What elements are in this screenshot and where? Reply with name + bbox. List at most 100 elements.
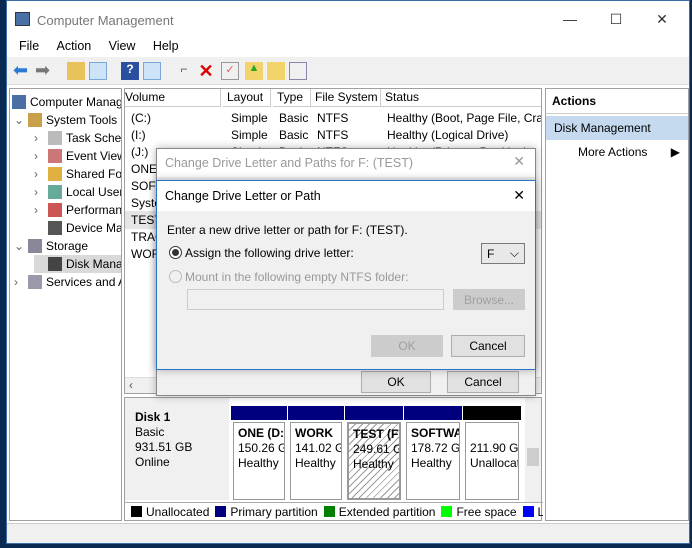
expander-icon[interactable]: › (34, 183, 48, 201)
properties-icon[interactable]: ✓ (221, 62, 239, 80)
window-title: Computer Management (37, 13, 174, 28)
expander-icon[interactable]: › (34, 165, 48, 183)
partition-size: 141.02 GB NTFS (295, 441, 341, 455)
actions-pane: Actions Disk Management More Actions ▶ (545, 88, 689, 521)
tree-item-label: Shared Folders (66, 167, 122, 181)
table-cell: NTFS (317, 128, 349, 142)
minimize-button[interactable]: — (547, 5, 593, 33)
tree-node-icon (48, 203, 62, 217)
browse-button[interactable]: Browse... (453, 289, 525, 310)
connect-icon[interactable]: ⌐ (175, 62, 193, 80)
tree-node-icon (48, 221, 62, 235)
mount-folder-radio[interactable] (169, 270, 182, 283)
tree-item-label: Task Scheduler (66, 131, 122, 145)
tree-item[interactable]: › Performance (34, 201, 121, 219)
table-cell: Healthy (Boot, Page File, Crash Dump, Pr… (387, 111, 541, 125)
assign-letter-radio[interactable] (169, 246, 182, 259)
up-folder-icon[interactable] (67, 62, 85, 80)
dialog-close-button[interactable]: ✕ (513, 187, 525, 204)
disk-graphical-view: Disk 1 Basic 931.51 GB Online ONE (D:) 15… (124, 397, 543, 521)
tree-node-icon (48, 131, 62, 145)
menu-view[interactable]: View (109, 39, 136, 53)
menu-help[interactable]: Help (153, 39, 179, 53)
help-icon[interactable]: ? (121, 62, 139, 80)
forward-icon[interactable]: ➡ (35, 61, 53, 80)
actions-section-disk-management[interactable]: Disk Management (546, 116, 688, 140)
tree-item[interactable]: › Local Users and Groups (34, 183, 121, 201)
column-status[interactable]: Status (381, 89, 541, 107)
partition-block[interactable]: SOFTWARE178.72 GB NTFSHealthy (404, 406, 462, 502)
partition-status: Unallocated (470, 456, 518, 470)
tree-item[interactable]: Computer Management (Local) (12, 93, 121, 111)
tree-item-label: Event Viewer (66, 149, 121, 163)
drive-letter-value: F (487, 247, 495, 261)
partition-size: 249.61 GB NTFS (353, 442, 399, 456)
table-row[interactable]: (I:) Simple Basic NTFS Healthy (Logical Driv… (125, 126, 541, 144)
disk-size: 931.51 GB (135, 440, 193, 454)
delete-icon[interactable]: ✕ (197, 62, 215, 80)
tree-item-label: Device Manager (66, 221, 121, 235)
legend-label: Primary partition (230, 505, 318, 519)
dialog-title: Change Drive Letter or Path (165, 189, 321, 203)
dialog-ok-button[interactable]: OK (371, 335, 443, 357)
back-dialog-ok-button[interactable]: OK (361, 371, 431, 393)
app-icon (15, 12, 30, 26)
column-volume[interactable]: Volume (125, 89, 221, 107)
tree-item[interactable]: › Shared Folders (34, 165, 122, 183)
column-file-system[interactable]: File System (311, 89, 381, 107)
expander-icon[interactable]: › (34, 147, 48, 165)
more-actions[interactable]: More Actions ▶ (546, 140, 688, 159)
tree-item[interactable]: Disk Management (34, 255, 121, 273)
back-icon[interactable]: ⬅ (13, 61, 31, 80)
partition-block[interactable]: 211.90 GBUnallocated (463, 406, 521, 502)
drive-letter-select[interactable]: F ⌵ (481, 243, 525, 264)
disk-info: Disk 1 Basic 931.51 GB Online (125, 398, 229, 500)
tree-item[interactable]: › Event Viewer (34, 147, 121, 165)
partition-name: ONE (D:) (238, 426, 285, 440)
tree-node-icon (48, 185, 62, 199)
change-drive-letter-or-path-dialog: Change Drive Letter or Path ✕ Enter a ne… (156, 180, 536, 370)
expander-icon[interactable]: › (34, 129, 48, 147)
table-row[interactable]: (C:) Simple Basic NTFS Healthy (Boot, Page F… (125, 109, 541, 127)
partition-name (470, 426, 514, 441)
export-icon[interactable]: ▲ (245, 62, 263, 80)
search-icon[interactable] (267, 62, 285, 80)
partition-status: Healthy (238, 456, 279, 470)
tree-node-icon (48, 149, 62, 163)
maximize-button[interactable]: ☐ (593, 5, 639, 33)
partition-block[interactable]: ONE (D:)150.26 GB NTFSHealthy (231, 406, 287, 502)
close-button[interactable]: ✕ (639, 5, 685, 33)
expander-icon[interactable]: › (14, 273, 28, 291)
show-action-pane-icon[interactable] (143, 62, 161, 80)
partition-block[interactable]: WORK141.02 GB NTFSHealthy (288, 406, 344, 502)
list-icon[interactable] (289, 62, 307, 80)
back-dialog-cancel-button[interactable]: Cancel (447, 371, 519, 393)
dialog-cancel-button[interactable]: Cancel (451, 335, 525, 357)
menu-file[interactable]: File (19, 39, 39, 53)
folder-path-input[interactable] (187, 289, 444, 310)
tree-item[interactable]: › Task Scheduler (34, 129, 122, 147)
show-hide-tree-icon[interactable] (89, 62, 107, 80)
expander-icon[interactable]: ⌄ (14, 237, 28, 255)
tree-item[interactable]: › Services and Applications (14, 273, 121, 291)
partition-status: Healthy (353, 457, 394, 471)
legend-swatch (441, 506, 453, 517)
partition-block[interactable]: TEST (F:)249.61 GB NTFSHealthy (345, 406, 403, 502)
column-layout[interactable]: Layout (223, 89, 271, 107)
column-type[interactable]: Type (273, 89, 311, 107)
tree-item[interactable]: Device Manager (34, 219, 121, 237)
tree-node-icon (28, 239, 42, 253)
vertical-scrollbar[interactable] (525, 398, 541, 502)
back-dialog-close-button[interactable]: ✕ (513, 153, 525, 170)
tree-item[interactable]: ⌄ System Tools (14, 111, 117, 129)
menu-action[interactable]: Action (57, 39, 92, 53)
legend-label: Extended partition (338, 505, 436, 519)
mount-folder-label: Mount in the following empty NTFS folder… (185, 270, 409, 284)
expander-icon[interactable]: ⌄ (14, 111, 28, 129)
toolbar: ⬅ ➡ ? ⌐ ✕ ✓ ▲ (7, 57, 689, 85)
status-bar (7, 523, 689, 543)
tree-item[interactable]: ⌄ Storage (14, 237, 88, 255)
tree-item-label: Services and Applications (46, 275, 121, 289)
chevron-down-icon: ⌵ (509, 246, 519, 260)
expander-icon[interactable]: › (34, 201, 48, 219)
